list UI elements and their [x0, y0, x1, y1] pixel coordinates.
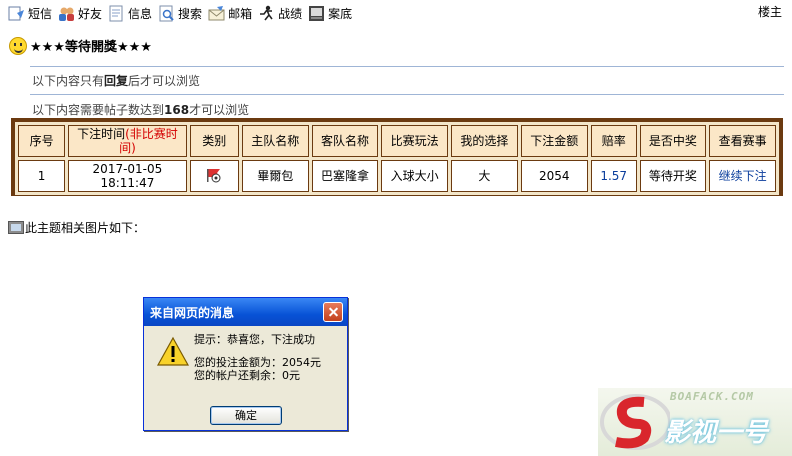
cell-won: 等待开奖 [639, 160, 707, 192]
ok-button[interactable]: 确定 [210, 406, 282, 425]
reply-notice-prefix: 以下内容只有 [32, 74, 105, 88]
post-count-prefix: 以下内容需要帖子数达到 [32, 103, 165, 117]
dialog-message: 提示：恭喜您，下注成功 您的投注金额为：2054元 您的帐户还剩余：0元 [194, 333, 321, 382]
reply-notice-bold: 回复 [104, 74, 129, 88]
header-index: 序号 [18, 125, 66, 157]
divider [30, 94, 784, 95]
bet-table-header: 序号 下注时间(非比赛时间) 类别 主队名称 客队名称 比赛玩法 我的选择 下注… [18, 125, 776, 157]
toolbar-search-label: 搜索 [178, 6, 203, 21]
cell-home: 畢爾包 [241, 160, 309, 192]
file-icon [308, 5, 325, 22]
info-icon [108, 5, 125, 22]
attachment-text: 此主题相关图片如下： [25, 221, 146, 235]
post-count-notice: 以下内容需要帖子数达到168才可以浏览 [32, 101, 249, 118]
dialog-line-1: 提示：恭喜您，下注成功 [194, 333, 315, 346]
warning-icon [156, 336, 190, 368]
header-odds: 赔率 [590, 125, 637, 157]
cell-away: 巴塞隆拿 [311, 160, 379, 192]
post-count-suffix: 才可以浏览 [189, 103, 250, 117]
search-icon [158, 5, 175, 22]
bet-table-frame: 序号 下注时间(非比赛时间) 类别 主队名称 客队名称 比赛玩法 我的选择 下注… [11, 118, 783, 196]
header-time: 下注时间(非比赛时间) [68, 125, 187, 157]
cell-type [189, 160, 239, 192]
cell-play: 入球大小 [381, 160, 449, 192]
dialog-line-3: 您的帐户还剩余：0元 [194, 369, 300, 382]
post-count-bold: 168 [164, 103, 190, 117]
watermark: BOAFACK.COM 影视一号 [598, 388, 792, 456]
mail-icon [208, 5, 225, 22]
forum-toolbar: 短信 好友 信息 搜索 邮箱 战绩 案底 [8, 3, 358, 23]
reply-notice-suffix: 后才可以浏览 [128, 74, 201, 88]
toolbar-message-label: 短信 [28, 6, 53, 21]
image-attachment-icon [8, 221, 24, 234]
post-title: ★★★等待開獎★★★ [9, 36, 152, 55]
header-play: 比赛玩法 [381, 125, 449, 157]
floor-label: 楼主 [757, 5, 782, 19]
header-choice: 我的选择 [451, 125, 518, 157]
toolbar-file[interactable]: 案底 [308, 5, 352, 22]
toolbar-friends-label: 好友 [78, 6, 103, 21]
football-flag-icon [205, 167, 223, 183]
toolbar-record[interactable]: 战绩 [258, 5, 302, 22]
smiley-icon [9, 36, 27, 55]
toolbar-info-label: 信息 [128, 6, 153, 21]
toolbar-record-label: 战绩 [278, 6, 303, 21]
toolbar-friends[interactable]: 好友 [58, 5, 102, 22]
header-type: 类别 [189, 125, 239, 157]
alert-dialog: 来自网页的消息 提示：恭喜您，下注成功 您的投注金额为：2054元 您的帐户还剩… [143, 297, 348, 431]
header-won: 是否中奖 [639, 125, 707, 157]
dialog-line-2: 您的投注金额为：2054元 [194, 356, 321, 369]
continue-bet-link[interactable]: 继续下注 [709, 160, 776, 192]
reply-notice: 以下内容只有回复后才可以浏览 [32, 72, 200, 89]
watermark-top-text: BOAFACK.COM [670, 390, 754, 403]
toolbar-info[interactable]: 信息 [108, 5, 152, 22]
friends-icon [58, 5, 75, 22]
header-time-note: (非比赛时间) [119, 127, 178, 155]
table-row: 1 2017-01-05 18:11:47 畢爾包 巴塞隆拿 入球大小 大 20… [18, 160, 776, 192]
toolbar-message[interactable]: 短信 [8, 5, 52, 22]
toolbar-search[interactable]: 搜索 [158, 5, 202, 22]
header-home: 主队名称 [241, 125, 309, 157]
dialog-title: 来自网页的消息 [150, 305, 235, 320]
close-icon[interactable] [323, 302, 343, 322]
cell-time: 2017-01-05 18:11:47 [68, 160, 187, 192]
header-view: 查看赛事 [709, 125, 776, 157]
cell-odds: 1.57 [590, 160, 637, 192]
cell-index: 1 [18, 160, 66, 192]
header-away: 客队名称 [311, 125, 379, 157]
bet-table: 序号 下注时间(非比赛时间) 类别 主队名称 客队名称 比赛玩法 我的选择 下注… [15, 122, 779, 195]
toolbar-mail-label: 邮箱 [228, 6, 253, 21]
dialog-titlebar: 来自网页的消息 [144, 298, 347, 326]
watermark-logo-icon [600, 394, 670, 450]
toolbar-mail[interactable]: 邮箱 [208, 5, 252, 22]
watermark-bottom-text: 影视一号 [664, 418, 769, 448]
cell-choice: 大 [451, 160, 518, 192]
divider [30, 66, 784, 67]
header-amount: 下注金额 [520, 125, 588, 157]
toolbar-file-label: 案底 [328, 6, 353, 21]
message-icon [8, 5, 25, 22]
attachment-line: 此主题相关图片如下： [8, 219, 145, 236]
post-title-text: ★★★等待開獎★★★ [30, 40, 152, 55]
cell-amount: 2054 [520, 160, 588, 192]
header-time-label: 下注时间 [77, 127, 126, 141]
record-icon [258, 5, 275, 22]
